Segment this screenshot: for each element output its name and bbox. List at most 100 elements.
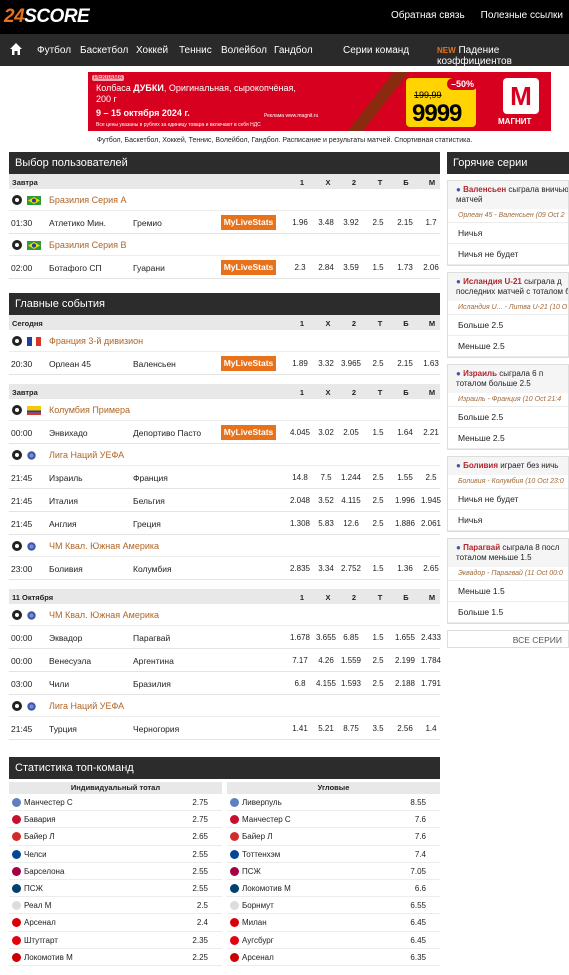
odd-Б[interactable]: 1.36: [393, 564, 417, 573]
odd-2[interactable]: 1.244: [339, 473, 363, 482]
hot-series-match[interactable]: Орлеан 45 - Валенсьен (09 Oct 2: [448, 209, 568, 223]
team-name[interactable]: Бавария: [24, 815, 56, 824]
nav-basketball[interactable]: Баскетбол: [80, 45, 128, 56]
odd-2[interactable]: 1.559: [339, 656, 363, 665]
odd-М[interactable]: 1.4: [419, 724, 443, 733]
stats-row[interactable]: Реал М 2.5: [9, 897, 222, 915]
odd-T[interactable]: 1.5: [366, 428, 390, 437]
hot-series-card[interactable]: ● Парагвай сыграла 8 посл тоталом меньше …: [447, 538, 569, 624]
odd-М[interactable]: 2.5: [419, 473, 443, 482]
team-name[interactable]: Борнмут: [242, 901, 274, 910]
match-row[interactable]: 01:30 Атлетико Мин. Гремио MyLiveStats 1.96 3…: [9, 211, 440, 234]
stats-row[interactable]: Локомотив М 6.6: [227, 880, 440, 898]
odd-1[interactable]: 14.8: [288, 473, 312, 482]
league-row[interactable]: ЧМ Квал. Южная Америка: [9, 604, 440, 626]
odd-М[interactable]: 1.7: [419, 218, 443, 227]
match-row[interactable]: 20:30 Орлеан 45 Валенсьен MyLiveStats 1.89 3.…: [9, 352, 440, 375]
team-name[interactable]: Аугсбург: [242, 936, 274, 945]
nav-football[interactable]: Футбол: [37, 45, 71, 56]
mylivestats-button[interactable]: MyLiveStats: [221, 425, 276, 440]
stats-row[interactable]: Тоттенхэм 7.4: [227, 846, 440, 863]
hot-series-option[interactable]: Ничья: [448, 223, 568, 244]
odd-Б[interactable]: 2.15: [393, 218, 417, 227]
hot-series-option[interactable]: Меньше 2.5: [448, 428, 568, 449]
match-row[interactable]: 21:45 Турция Черногория 1.41 5.21 8.75 3.5 2.56…: [9, 717, 440, 740]
home-team[interactable]: Боливия: [49, 564, 83, 574]
home-team[interactable]: Венесуэла: [49, 656, 91, 666]
league-row[interactable]: Лига Наций УЕФА: [9, 695, 440, 717]
match-row[interactable]: 21:45 Англия Греция 1.308 5.83 12.6 2.5 1.886 2.…: [9, 512, 441, 535]
league-name[interactable]: ЧМ Квал. Южная Америка: [49, 541, 159, 551]
nav-odds-drop[interactable]: NEW Падение коэффициентов: [437, 45, 569, 67]
odd-Б[interactable]: 1.73: [393, 263, 417, 272]
stats-row[interactable]: Манчестер С 2.75: [9, 794, 222, 812]
team-name[interactable]: Байер Л: [24, 832, 55, 841]
team-name[interactable]: Байер Л: [242, 832, 273, 841]
stats-row[interactable]: Аугсбург 6.45: [227, 932, 440, 949]
stats-row[interactable]: Манчестер С 7.6: [227, 811, 440, 829]
odd-T[interactable]: 2.5: [366, 519, 390, 528]
odd-2[interactable]: 12.6: [339, 519, 363, 528]
match-row[interactable]: 00:00 Эквадор Парагвай 1.678 3.655 6.85 1.5 1.6…: [9, 626, 443, 649]
odd-X[interactable]: 4.155: [314, 679, 338, 688]
useful-links-link[interactable]: Полезные ссылки: [481, 10, 563, 21]
hot-series-match[interactable]: Боливия - Колумбия (10 Oct 23:0: [448, 475, 568, 489]
league-name[interactable]: Бразилия Серия А: [49, 195, 127, 205]
odd-X[interactable]: 3.32: [314, 359, 338, 368]
match-row[interactable]: 03:00 Чили Бразилия 6.8 4.155 1.593 2.5 2.188 1.…: [9, 672, 441, 695]
odd-1[interactable]: 2.048: [288, 496, 312, 505]
league-name[interactable]: Колумбия Примера: [49, 405, 130, 415]
odd-T[interactable]: 2.5: [366, 496, 390, 505]
nav-volleyball[interactable]: Волейбол: [221, 45, 267, 56]
odd-1[interactable]: 1.89: [288, 359, 312, 368]
match-row[interactable]: 21:45 Италия Бельгия 2.048 3.52 4.115 2.5 1.996…: [9, 489, 443, 512]
hot-series-team[interactable]: Валенсьен: [463, 185, 506, 194]
home-team[interactable]: Турция: [49, 724, 77, 734]
home-team[interactable]: Эквадор: [49, 633, 82, 643]
stats-row[interactable]: ПСЖ 2.55: [9, 880, 222, 898]
hot-series-team[interactable]: Парагвай: [463, 543, 500, 552]
stats-row[interactable]: Милан 6.45: [227, 914, 440, 932]
team-name[interactable]: Арсенал: [24, 918, 56, 927]
odd-М[interactable]: 2.06: [419, 263, 443, 272]
odd-1[interactable]: 1.678: [288, 633, 312, 642]
team-name[interactable]: Челси: [24, 850, 47, 859]
odd-Б[interactable]: 1.64: [393, 428, 417, 437]
hot-series-team[interactable]: Боливия: [463, 461, 498, 470]
team-name[interactable]: Барселона: [24, 867, 64, 876]
odd-1[interactable]: 1.41: [288, 724, 312, 733]
odd-T[interactable]: 1.5: [366, 633, 390, 642]
odd-2[interactable]: 3.92: [339, 218, 363, 227]
stats-row[interactable]: ПСЖ 7.05: [227, 863, 440, 880]
hot-series-option[interactable]: Меньше 1.5: [448, 581, 568, 602]
league-name[interactable]: Франция 3-й дивизион: [49, 336, 143, 346]
away-team[interactable]: Бразилия: [133, 679, 171, 689]
away-team[interactable]: Гремио: [133, 218, 162, 228]
odd-М[interactable]: 1.784: [419, 656, 443, 665]
home-team[interactable]: Италия: [49, 496, 78, 506]
team-name[interactable]: Реал М: [24, 901, 51, 910]
hot-series-option[interactable]: Ничья не будет: [448, 244, 568, 265]
odd-X[interactable]: 3.02: [314, 428, 338, 437]
away-team[interactable]: Аргентина: [133, 656, 174, 666]
odd-Б[interactable]: 2.56: [393, 724, 417, 733]
match-row[interactable]: 23:00 Боливия Колумбия 2.835 3.34 2.752 1.5 1.3…: [9, 557, 440, 580]
odd-М[interactable]: 2.21: [419, 428, 443, 437]
odd-X[interactable]: 4.26: [314, 656, 338, 665]
odd-X[interactable]: 5.21: [314, 724, 338, 733]
away-team[interactable]: Депортиво Пасто: [133, 428, 201, 438]
odd-М[interactable]: 1.945: [419, 496, 443, 505]
hot-series-option[interactable]: Ничья: [448, 510, 568, 531]
odd-М[interactable]: 2.433: [419, 633, 443, 642]
odd-1[interactable]: 2.3: [288, 263, 312, 272]
hot-series-option[interactable]: Больше 1.5: [448, 602, 568, 623]
odd-1[interactable]: 1.96: [288, 218, 312, 227]
team-name[interactable]: ПСЖ: [242, 867, 261, 876]
hot-series-card[interactable]: ● Валенсьен сыграла вничью матчей Орлеан 4…: [447, 180, 569, 266]
mylivestats-button[interactable]: MyLiveStats: [221, 215, 276, 230]
odd-T[interactable]: 1.5: [366, 263, 390, 272]
league-name[interactable]: Лига Наций УЕФА: [49, 701, 124, 711]
odd-Б[interactable]: 1.655: [393, 633, 417, 642]
team-name[interactable]: Арсенал: [242, 953, 274, 962]
home-team[interactable]: Атлетико Мин.: [49, 218, 106, 228]
